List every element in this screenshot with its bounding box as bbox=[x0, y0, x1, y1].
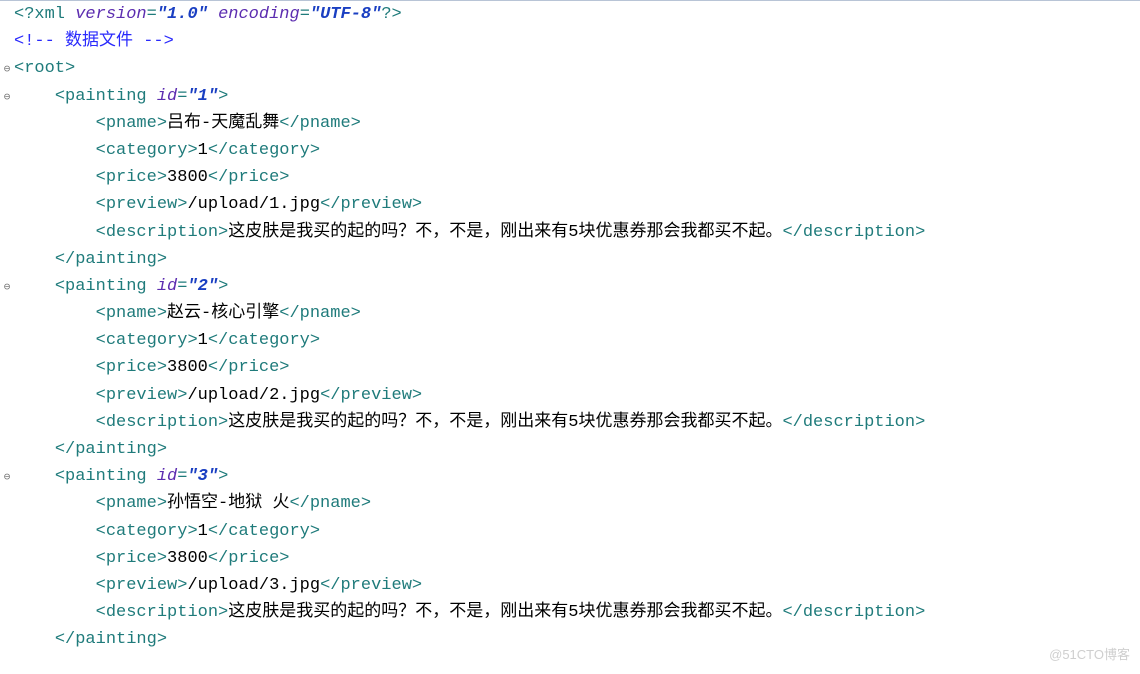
fold-icon[interactable]: ⊖ bbox=[0, 85, 14, 112]
fold-icon[interactable]: ⊖ bbox=[0, 275, 14, 302]
code-editor: ⊖ ⊖ ⊖ ⊖ <?xml version="1.0" encoding="UT… bbox=[0, 0, 1140, 656]
fold-icon[interactable]: ⊖ bbox=[0, 465, 14, 492]
fold-gutter: ⊖ ⊖ ⊖ ⊖ bbox=[0, 1, 14, 656]
fold-icon[interactable]: ⊖ bbox=[0, 57, 14, 84]
code-area[interactable]: <?xml version="1.0" encoding="UTF-8"?> <… bbox=[14, 1, 1140, 656]
